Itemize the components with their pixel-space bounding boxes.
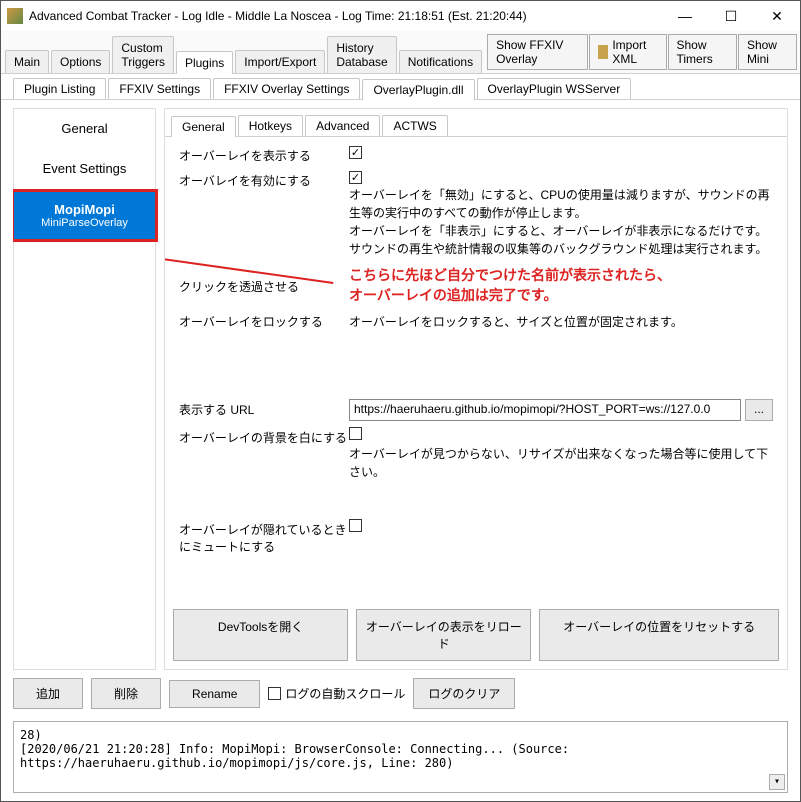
- show-timers-button[interactable]: Show Timers: [668, 34, 737, 70]
- inner-tab-advanced[interactable]: Advanced: [305, 115, 380, 136]
- maximize-button[interactable]: ☐: [708, 1, 754, 31]
- tab-import-export[interactable]: Import/Export: [235, 50, 325, 73]
- overlay-settings-panel: General Hotkeys Advanced ACTWS オーバーレイを表示…: [164, 108, 788, 670]
- app-icon: [7, 8, 23, 24]
- label-enable-overlay: オーバレイを有効にする: [179, 170, 349, 189]
- label-url: 表示する URL: [179, 399, 349, 418]
- overlay-list-event-settings[interactable]: Event Settings: [14, 149, 155, 189]
- overlay-list-general[interactable]: General: [14, 109, 155, 149]
- tab-plugins[interactable]: Plugins: [176, 51, 233, 74]
- minimize-button[interactable]: —: [662, 1, 708, 31]
- xml-icon: [598, 45, 608, 59]
- subtab-overlayplugin-dll[interactable]: OverlayPlugin.dll: [362, 79, 474, 100]
- scroll-down-icon[interactable]: ▾: [769, 774, 785, 790]
- desc-white-bg: オーバーレイが見つからない、リサイズが出来なくなった場合等に使用して下さい。: [349, 443, 773, 483]
- add-overlay-button[interactable]: 追加: [13, 678, 83, 709]
- overlay-list-selected[interactable]: MopiMopi MiniParseOverlay: [14, 192, 155, 239]
- overlay-selected-title: MopiMopi: [54, 202, 115, 217]
- url-browse-button[interactable]: ...: [745, 399, 773, 421]
- subtab-overlayplugin-wsserver[interactable]: OverlayPlugin WSServer: [477, 78, 632, 99]
- annotation-line2: オーバーレイの追加は完了です。: [349, 287, 557, 303]
- label-autoscroll: ログの自動スクロール: [285, 685, 405, 702]
- clear-log-button[interactable]: ログのクリア: [413, 678, 515, 709]
- log-text-content: 28) [2020/06/21 21:20:28] Info: MopiMopi…: [20, 728, 576, 770]
- inner-tab-actws[interactable]: ACTWS: [382, 115, 447, 136]
- checkbox-autoscroll[interactable]: [268, 687, 281, 700]
- subtab-plugin-listing[interactable]: Plugin Listing: [13, 78, 106, 99]
- import-xml-button[interactable]: Import XML: [589, 34, 666, 70]
- log-textarea[interactable]: 28) [2020/06/21 21:20:28] Info: MopiMopi…: [13, 721, 788, 793]
- annotation-text: こちらに先ほど自分でつけた名前が表示されたら、 オーバーレイの追加は完了です。: [349, 266, 773, 305]
- tab-history-database[interactable]: History Database: [327, 36, 396, 73]
- overlay-list-panel: General Event Settings MopiMopi MiniPars…: [13, 108, 156, 670]
- checkbox-mute-hidden[interactable]: [349, 519, 362, 532]
- tab-options[interactable]: Options: [51, 50, 110, 73]
- subtab-ffxiv-overlay-settings[interactable]: FFXIV Overlay Settings: [213, 78, 360, 99]
- url-input[interactable]: https://haeruhaeru.github.io/mopimopi/?H…: [349, 399, 741, 421]
- label-click-through: クリックを透過させる: [179, 276, 349, 295]
- inner-tab-hotkeys[interactable]: Hotkeys: [238, 115, 303, 136]
- rename-overlay-button[interactable]: Rename: [169, 680, 260, 708]
- show-mini-button[interactable]: Show Mini: [738, 34, 797, 70]
- tab-custom-triggers[interactable]: Custom Triggers: [112, 36, 174, 73]
- close-button[interactable]: ✕: [754, 1, 800, 31]
- reset-position-button[interactable]: オーバーレイの位置をリセットする: [539, 609, 779, 661]
- settings-inner-tabs: General Hotkeys Advanced ACTWS: [165, 109, 787, 137]
- show-ffxiv-overlay-button[interactable]: Show FFXIV Overlay: [487, 34, 588, 70]
- titlebar: Advanced Combat Tracker - Log Idle - Mid…: [1, 1, 800, 31]
- main-tabstrip: Main Options Custom Triggers Plugins Imp…: [1, 31, 484, 73]
- label-lock-overlay: オーバーレイをロックする: [179, 311, 349, 330]
- window-title: Advanced Combat Tracker - Log Idle - Mid…: [29, 9, 662, 23]
- label-show-overlay: オーバーレイを表示する: [179, 145, 349, 164]
- subtab-ffxiv-settings[interactable]: FFXIV Settings: [108, 78, 211, 99]
- checkbox-show-overlay[interactable]: ✓: [349, 146, 362, 159]
- overlay-selected-sub: MiniParseOverlay: [18, 217, 151, 229]
- label-mute-hidden: オーバーレイが隠れているときにミュートにする: [179, 519, 349, 555]
- checkbox-enable-overlay[interactable]: ✓: [349, 171, 362, 184]
- tab-main[interactable]: Main: [5, 50, 49, 73]
- inner-tab-general[interactable]: General: [171, 116, 236, 137]
- delete-overlay-button[interactable]: 削除: [91, 678, 161, 709]
- desc-enable-overlay: オーバーレイを「無効」にすると、CPUの使用量は減りますが、サウンドの再生等の実…: [349, 184, 773, 260]
- desc-lock-overlay: オーバーレイをロックすると、サイズと位置が固定されます。: [349, 311, 773, 333]
- checkbox-white-bg[interactable]: [349, 427, 362, 440]
- label-white-bg: オーバーレイの背景を白にする: [179, 427, 349, 446]
- plugin-subtabstrip: Plugin Listing FFXIV Settings FFXIV Over…: [1, 74, 800, 100]
- reload-display-button[interactable]: オーバーレイの表示をリロード: [356, 609, 531, 661]
- devtools-button[interactable]: DevToolsを開く: [173, 609, 348, 661]
- annotation-line1: こちらに先ほど自分でつけた名前が表示されたら、: [349, 267, 671, 283]
- annotation-highlight-box: MopiMopi MiniParseOverlay: [13, 189, 158, 242]
- import-xml-label: Import XML: [612, 38, 657, 66]
- tab-notifications[interactable]: Notifications: [399, 50, 482, 73]
